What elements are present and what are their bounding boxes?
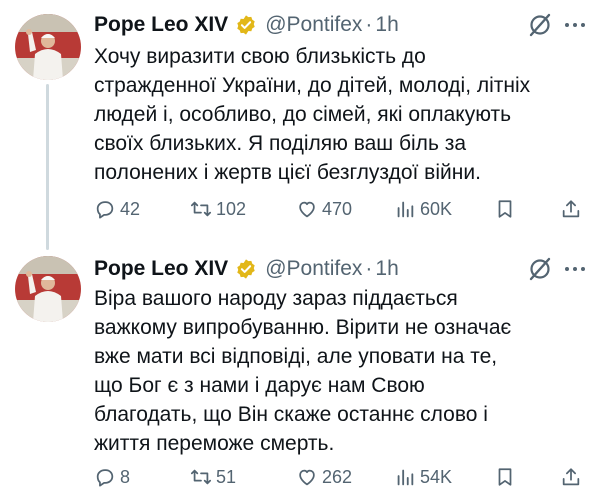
repost-count: 102 [216, 198, 247, 219]
repost-count: 51 [216, 466, 237, 487]
author-handle[interactable]: @Pontifex [265, 13, 362, 37]
tweet-text: Віра вашого народу зараз піддається важк… [94, 284, 584, 458]
like-count: 470 [322, 198, 353, 219]
tweet-text-line: що Бог є з нами і дарує нам Свою [94, 374, 425, 397]
action-bar: 8 51 262 54K [94, 462, 586, 492]
verified-badge-icon[interactable] [235, 258, 257, 280]
bookmark-icon [498, 468, 512, 486]
repost-button[interactable]: 51 [190, 462, 236, 492]
bookmark-icon [498, 200, 512, 218]
bookmark-button[interactable] [494, 462, 520, 492]
views-count: 54K [420, 466, 453, 487]
tweet[interactable]: Pope Leo XIV @Pontifex · 1h Хочу виразит… [0, 8, 600, 228]
tweet-text-line: Хочу виразити свою близькість до [94, 45, 426, 68]
tweet-text-line: стражденної України, до дітей, молоді, л… [94, 74, 531, 97]
tweet-text-line: людей і, особливо, до сімей, які оплакую… [94, 103, 512, 126]
tweet-text-line: вже мати всі відповіді, але уповати на т… [94, 345, 498, 368]
author-name[interactable]: Pope Leo XIV [94, 257, 228, 281]
tweet-text-line: благодать, що Він скаже останнє слово і [94, 403, 488, 426]
reply-count: 42 [120, 198, 141, 219]
views-button[interactable]: 54K [394, 462, 452, 492]
repost-button[interactable]: 102 [190, 194, 246, 224]
separator-dot: · [365, 13, 373, 36]
avatar[interactable] [15, 14, 81, 80]
reply-count: 8 [120, 466, 131, 487]
share-button[interactable] [560, 462, 586, 492]
like-button[interactable]: 262 [296, 462, 352, 492]
repost-icon [190, 201, 212, 217]
action-bar: 42 102 470 60K [94, 194, 586, 224]
more-icon[interactable] [562, 14, 588, 36]
tweet-text-line: своїх близьких. Я поділяю ваш біль за [94, 132, 467, 155]
repost-icon [190, 469, 212, 485]
like-count: 262 [322, 466, 353, 487]
verified-badge-icon[interactable] [235, 14, 257, 36]
grok-icon[interactable] [527, 12, 553, 38]
more-icon[interactable] [562, 258, 588, 280]
like-icon [299, 201, 315, 218]
reply-icon [96, 201, 114, 219]
like-icon [299, 469, 315, 486]
tweet-text-line: полонених і жертв цієї безглуздої війни. [94, 161, 481, 184]
tweet-text: Хочу виразити свою близькість до стражде… [94, 42, 584, 187]
like-button[interactable]: 470 [296, 194, 352, 224]
timestamp[interactable]: 1h [375, 257, 398, 281]
tweet[interactable]: Pope Leo XIV @Pontifex · 1h Віра вашого … [0, 252, 600, 501]
author-name[interactable]: Pope Leo XIV [94, 13, 228, 37]
tweet-text-line: важкому випробуванню. Вірити не означає [94, 316, 512, 339]
reply-button[interactable]: 8 [94, 462, 130, 492]
tweet-text-line: життя переможе смерть. [94, 432, 335, 455]
bookmark-button[interactable] [494, 194, 520, 224]
views-button[interactable]: 60K [394, 194, 452, 224]
tweet-text-line: Віра вашого народу зараз піддається [94, 287, 458, 310]
views-icon [397, 201, 414, 218]
author-handle[interactable]: @Pontifex [265, 257, 362, 281]
share-icon [562, 200, 580, 218]
views-icon [397, 469, 414, 486]
grok-icon[interactable] [527, 256, 553, 282]
views-count: 60K [420, 198, 453, 219]
share-button[interactable] [560, 194, 586, 224]
reply-button[interactable]: 42 [94, 194, 140, 224]
timestamp[interactable]: 1h [375, 13, 398, 37]
avatar[interactable] [15, 256, 81, 322]
separator-dot: · [365, 257, 373, 280]
reply-icon [96, 469, 114, 487]
share-icon [562, 468, 580, 486]
